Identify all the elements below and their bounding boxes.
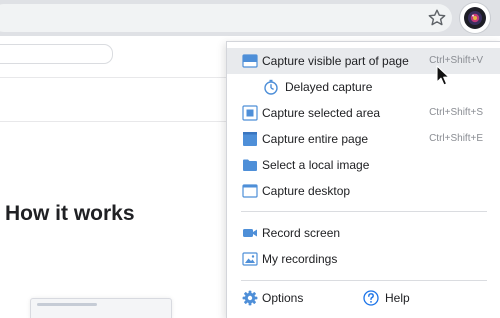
options-label: Options: [262, 291, 304, 305]
help-icon: [363, 290, 379, 306]
thumbnail-bar: [37, 303, 97, 306]
menu-item-label: Capture selected area: [262, 106, 381, 120]
browser-toolbar: [0, 0, 500, 36]
menu-item-my-recordings[interactable]: My recordings: [227, 246, 500, 272]
menu-item-label: Select a local image: [262, 158, 370, 172]
menu-item-capture-visible[interactable]: Capture visible part of page Ctrl+Shift+…: [227, 48, 500, 74]
address-bar[interactable]: [0, 4, 452, 32]
site-thumbnail-image: [30, 298, 172, 318]
menu-item-label: My recordings: [262, 252, 338, 266]
menu-item-delayed-capture[interactable]: Delayed capture: [227, 74, 500, 100]
site-header-band: [0, 77, 226, 122]
help-label: Help: [385, 291, 410, 305]
selected-area-icon: [242, 105, 258, 121]
menu-item-shortcut: Ctrl+Shift+E: [429, 133, 483, 144]
menu-item-label: Capture entire page: [262, 132, 369, 146]
menu-item-label: Record screen: [262, 226, 341, 240]
menu-divider: [241, 280, 487, 281]
star-bookmark-icon[interactable]: [427, 8, 447, 28]
desktop-icon: [242, 184, 258, 198]
menu-item-shortcut: Ctrl+Shift+S: [429, 107, 483, 118]
extension-camera-icon[interactable]: [460, 3, 490, 33]
video-camera-icon: [243, 229, 257, 237]
folder-icon: [243, 159, 257, 171]
menu-item-select-local-image[interactable]: Select a local image: [227, 152, 500, 178]
image-icon: [242, 252, 258, 266]
options-button[interactable]: Options: [227, 285, 345, 311]
menu-item-record-screen[interactable]: Record screen: [227, 220, 500, 246]
menu-divider: [241, 211, 487, 212]
menu-item-capture-entire-page[interactable]: Capture entire page Ctrl+Shift+E: [227, 126, 500, 152]
entire-page-icon: [243, 132, 257, 146]
menu-item-label: Capture desktop: [262, 184, 351, 198]
help-button[interactable]: Help: [361, 285, 461, 311]
gear-icon: [242, 290, 258, 306]
capture-visible-icon: [242, 54, 258, 68]
browser-window: How it works Capture visible part of pag…: [0, 0, 500, 318]
mouse-cursor-icon: [436, 65, 450, 86]
menu-item-label: Capture visible part of page: [262, 54, 409, 68]
timer-icon: [264, 79, 278, 95]
menu-item-capture-desktop[interactable]: Capture desktop: [227, 178, 500, 204]
menu-item-capture-selected-area[interactable]: Capture selected area Ctrl+Shift+S: [227, 100, 500, 126]
menu-item-label: Delayed capture: [285, 80, 373, 94]
page-heading: How it works: [5, 202, 135, 225]
capture-menu-popup: Capture visible part of page Ctrl+Shift+…: [226, 41, 500, 318]
site-search-field[interactable]: [0, 44, 113, 64]
